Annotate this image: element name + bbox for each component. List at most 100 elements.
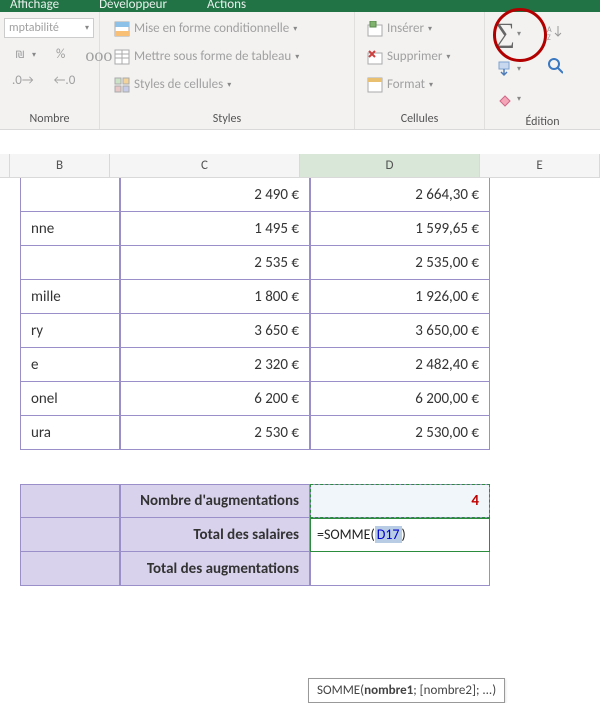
tab-developpeur[interactable]: Développeur bbox=[99, 0, 167, 12]
col-header-e[interactable]: E bbox=[480, 154, 600, 177]
conditional-formatting-icon bbox=[114, 21, 130, 37]
format-cells-button[interactable]: Format ▾ bbox=[361, 74, 456, 96]
spreadsheet: B C D E 2 490 €2 664,30 €nne1 495 €1 599… bbox=[0, 130, 600, 586]
cell-name[interactable]: mille bbox=[20, 280, 120, 314]
table-row: 2 490 €2 664,30 € bbox=[0, 178, 600, 212]
fill-button[interactable]: ▾ bbox=[491, 58, 527, 80]
chevron-down-icon: ▾ bbox=[517, 60, 521, 78]
group-cellules: Insérer ▾ Supprimer ▾ Format ▾ bbox=[355, 12, 485, 129]
cell-name[interactable]: ura bbox=[20, 416, 120, 450]
col-header-b[interactable]: B bbox=[10, 154, 110, 177]
chevron-down-icon: ▾ bbox=[517, 90, 521, 108]
find-select-button[interactable] bbox=[541, 56, 569, 76]
tooltip-arg-current: nombre1 bbox=[364, 683, 413, 698]
decrease-decimal-icon: ←.0 bbox=[54, 72, 76, 90]
cell-salary-old[interactable]: 6 200 € bbox=[120, 382, 310, 416]
chevron-down-icon: ▾ bbox=[295, 48, 299, 66]
number-format-combo[interactable]: mptabilité ▾ bbox=[4, 18, 94, 38]
summary-label-cell[interactable] bbox=[20, 518, 120, 552]
autosum-button[interactable]: ∑ ▾ bbox=[491, 18, 527, 50]
summary-value-augmentations[interactable]: 4 bbox=[310, 484, 490, 518]
group-label-nombre: Nombre bbox=[0, 109, 99, 129]
format-cells-label: Format bbox=[387, 76, 425, 94]
cell-salary-new[interactable]: 2 535,00 € bbox=[310, 246, 490, 280]
cell-styles-button[interactable]: Styles de cellules ▾ bbox=[108, 74, 305, 96]
insert-cells-label: Insérer bbox=[387, 20, 424, 38]
formula-reference: D17 bbox=[375, 526, 402, 543]
chevron-down-icon: ▾ bbox=[85, 23, 89, 33]
cell-salary-new[interactable]: 3 650,00 € bbox=[310, 314, 490, 348]
function-tooltip[interactable]: SOMME(nombre1; [nombre2]; ...) bbox=[308, 678, 505, 703]
group-label-cellules: Cellules bbox=[355, 109, 484, 129]
cell-salary-old[interactable]: 2 490 € bbox=[120, 178, 310, 212]
conditional-formatting-label: Mise en forme conditionnelle bbox=[134, 20, 289, 38]
group-nombre: mptabilité ▾ ₪▾ % ooo .0→ ←.0 Nombre bbox=[0, 12, 100, 129]
summary-label[interactable]: Nombre d'augmentations bbox=[120, 484, 310, 518]
formula-suffix: ) bbox=[402, 526, 406, 543]
formula-text: =SOMME(D17) bbox=[317, 526, 406, 543]
summary-label-cell[interactable] bbox=[20, 552, 120, 586]
conditional-formatting-button[interactable]: Mise en forme conditionnelle ▾ bbox=[108, 18, 305, 40]
cell-salary-new[interactable]: 6 200,00 € bbox=[310, 382, 490, 416]
currency-button[interactable]: ₪▾ bbox=[6, 44, 42, 66]
insert-cells-icon bbox=[367, 21, 383, 37]
tooltip-rest: ; [nombre2]; ...) bbox=[413, 683, 496, 698]
sort-filter-button[interactable]: AZ bbox=[541, 22, 569, 42]
delete-cells-label: Supprimer bbox=[387, 48, 442, 66]
cell-name[interactable]: e bbox=[20, 348, 120, 382]
cell-salary-old[interactable]: 2 320 € bbox=[120, 348, 310, 382]
tab-actions[interactable]: Actions bbox=[207, 0, 246, 12]
table-row: ura2 530 €2 530,00 € bbox=[0, 416, 600, 450]
cell-salary-old[interactable]: 3 650 € bbox=[120, 314, 310, 348]
chevron-down-icon: ▾ bbox=[227, 76, 231, 94]
col-header-d[interactable]: D bbox=[300, 154, 480, 177]
summary-label[interactable]: Total des salaires bbox=[120, 518, 310, 552]
group-label-edition: Édition bbox=[485, 112, 600, 132]
format-as-table-label: Mettre sous forme de tableau bbox=[134, 48, 291, 66]
group-label-styles: Styles bbox=[100, 109, 354, 129]
format-cells-icon bbox=[367, 77, 383, 93]
cell-salary-new[interactable]: 2 482,40 € bbox=[310, 348, 490, 382]
sort-filter-icon: AZ bbox=[547, 24, 563, 40]
cell-name[interactable]: nne bbox=[20, 212, 120, 246]
cell-styles-icon bbox=[114, 77, 130, 93]
cell-salary-old[interactable]: 1 800 € bbox=[120, 280, 310, 314]
delete-cells-button[interactable]: Supprimer ▾ bbox=[361, 46, 456, 68]
fill-down-icon bbox=[497, 61, 513, 77]
column-headers: B C D E bbox=[0, 154, 600, 178]
summary-label-cell[interactable] bbox=[20, 484, 120, 518]
delete-cells-icon bbox=[367, 49, 383, 65]
percent-button[interactable]: % bbox=[50, 44, 71, 66]
cell-salary-old[interactable]: 2 530 € bbox=[120, 416, 310, 450]
increase-decimal-icon: .0→ bbox=[12, 72, 34, 90]
clear-button[interactable]: ▾ bbox=[491, 88, 527, 110]
percent-icon: % bbox=[56, 46, 65, 64]
cell-salary-new[interactable]: 2 530,00 € bbox=[310, 416, 490, 450]
table-row: onel6 200 €6 200,00 € bbox=[0, 382, 600, 416]
cell-name[interactable] bbox=[20, 178, 120, 212]
cell-salary-new[interactable]: 2 664,30 € bbox=[310, 178, 490, 212]
ribbon-tabs: Affichage Développeur Actions bbox=[0, 0, 600, 12]
format-as-table-button[interactable]: Mettre sous forme de tableau ▾ bbox=[108, 46, 305, 68]
cell-salary-old[interactable]: 2 535 € bbox=[120, 246, 310, 280]
col-header-a[interactable] bbox=[0, 154, 10, 177]
group-styles: Mise en forme conditionnelle ▾ Mettre so… bbox=[100, 12, 355, 129]
increase-decimal-button[interactable]: .0→ bbox=[6, 70, 40, 92]
chevron-down-icon: ▾ bbox=[446, 48, 450, 66]
active-formula-cell[interactable]: =SOMME(D17) bbox=[310, 518, 490, 552]
tab-affichage[interactable]: Affichage bbox=[10, 0, 59, 12]
table-icon bbox=[114, 49, 130, 65]
cell-salary-new[interactable]: 1 926,00 € bbox=[310, 280, 490, 314]
spacer-row bbox=[0, 450, 600, 484]
col-header-c[interactable]: C bbox=[110, 154, 300, 177]
cell-salary-old[interactable]: 1 495 € bbox=[120, 212, 310, 246]
insert-cells-button[interactable]: Insérer ▾ bbox=[361, 18, 456, 40]
number-format-text: mptabilité bbox=[9, 21, 59, 35]
cell-salary-new[interactable]: 1 599,65 € bbox=[310, 212, 490, 246]
decrease-decimal-button[interactable]: ←.0 bbox=[48, 70, 82, 92]
cell-name[interactable] bbox=[20, 246, 120, 280]
cell-name[interactable]: ry bbox=[20, 314, 120, 348]
summary-value-total-aug[interactable] bbox=[310, 552, 490, 586]
summary-label[interactable]: Total des augmentations bbox=[120, 552, 310, 586]
cell-name[interactable]: onel bbox=[20, 382, 120, 416]
